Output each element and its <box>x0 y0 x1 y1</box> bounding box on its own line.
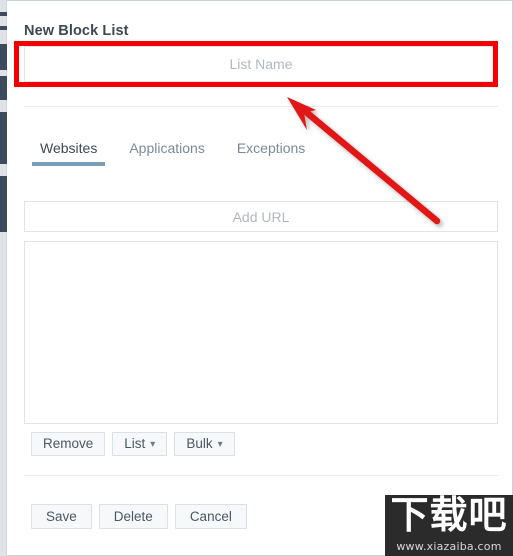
chevron-down-icon: ▾ <box>150 439 156 450</box>
delete-button-label: Delete <box>113 508 153 524</box>
sidebar-tick <box>0 176 7 232</box>
cancel-button-label: Cancel <box>189 508 232 524</box>
tab-bar: Websites Applications Exceptions <box>24 140 321 166</box>
block-list-panel: New Block List Websites Applications Exc… <box>7 0 513 556</box>
sidebar-tick <box>0 12 7 16</box>
blocked-urls-list[interactable] <box>24 241 498 424</box>
tab-exceptions[interactable]: Exceptions <box>221 140 321 166</box>
sidebar-tick <box>0 44 7 70</box>
list-action-button-row: Remove List ▾ Bulk ▾ <box>31 432 235 456</box>
sidebar-strip <box>0 0 7 556</box>
delete-button[interactable]: Delete <box>98 504 168 529</box>
save-button[interactable]: Save <box>31 504 92 529</box>
cancel-button[interactable]: Cancel <box>174 504 247 529</box>
section-divider-top <box>24 106 498 107</box>
bulk-dropdown-button[interactable]: Bulk ▾ <box>174 432 235 456</box>
list-dropdown-label: List <box>124 436 146 451</box>
sidebar-tick <box>0 76 7 100</box>
remove-button-label: Remove <box>43 436 94 451</box>
list-dropdown-button[interactable]: List ▾ <box>112 432 168 456</box>
tab-applications[interactable]: Applications <box>113 140 221 166</box>
app-window: New Block List Websites Applications Exc… <box>0 0 513 556</box>
sidebar-tick <box>0 26 7 30</box>
tab-websites[interactable]: Websites <box>24 140 113 166</box>
footer-button-row: Save Delete Cancel <box>31 504 247 529</box>
page-title: New Block List <box>24 23 129 39</box>
add-url-input[interactable] <box>24 201 498 232</box>
section-divider-bottom <box>24 475 498 476</box>
chevron-down-icon: ▾ <box>217 439 223 450</box>
list-name-input[interactable] <box>24 46 498 82</box>
save-button-label: Save <box>46 508 77 524</box>
sidebar-tick <box>0 112 7 164</box>
bulk-dropdown-label: Bulk <box>186 436 213 451</box>
remove-button[interactable]: Remove <box>31 432 106 456</box>
